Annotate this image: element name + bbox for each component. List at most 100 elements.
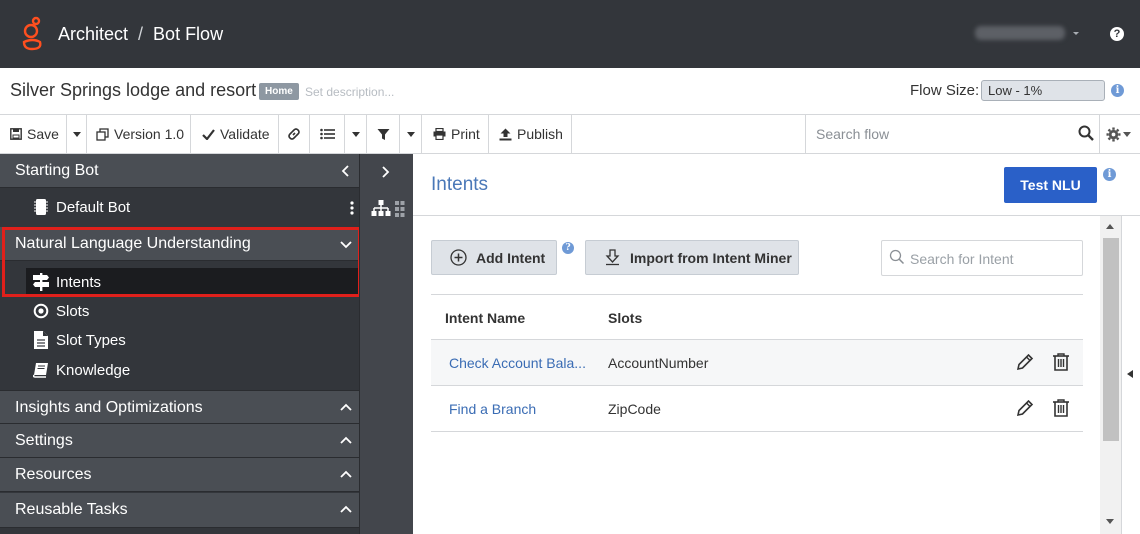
save-label: Save bbox=[27, 126, 59, 142]
validate-button[interactable]: Validate bbox=[191, 115, 279, 153]
search-icon bbox=[889, 249, 905, 265]
settings-gear-button[interactable] bbox=[1106, 125, 1134, 143]
target-icon bbox=[30, 302, 52, 320]
plus-circle-icon bbox=[450, 249, 467, 266]
grid-view-icon[interactable] bbox=[395, 201, 405, 217]
intent-name-link[interactable]: Find a Branch bbox=[449, 401, 536, 417]
import-intent-miner-button[interactable]: Import from Intent Miner bbox=[585, 240, 799, 275]
section-settings[interactable]: Settings bbox=[0, 424, 359, 458]
add-intent-label: Add Intent bbox=[476, 249, 546, 266]
set-description-field[interactable]: Set description... bbox=[305, 85, 394, 99]
section-label: Resources bbox=[15, 466, 92, 483]
flow-title[interactable]: Silver Springs lodge and resort bbox=[10, 80, 256, 101]
print-button[interactable]: Print bbox=[422, 115, 489, 153]
scroll-down-arrow-icon[interactable] bbox=[1106, 519, 1114, 524]
flow-size-info-icon[interactable]: i bbox=[1111, 84, 1124, 97]
save-button[interactable]: Save bbox=[0, 115, 67, 153]
list-icon bbox=[319, 128, 335, 140]
intents-table-header bbox=[431, 294, 1083, 340]
list-view-button[interactable] bbox=[310, 115, 345, 153]
book-icon bbox=[30, 361, 52, 379]
genesys-logo-icon[interactable] bbox=[20, 16, 46, 52]
publish-button[interactable]: Publish bbox=[489, 115, 572, 153]
search-intent-input[interactable] bbox=[910, 250, 1075, 268]
link-icon bbox=[288, 128, 300, 140]
column-intent-name[interactable]: Intent Name bbox=[445, 310, 525, 326]
flow-size-label: Flow Size: bbox=[910, 82, 980, 99]
list-dropdown-button[interactable] bbox=[345, 115, 367, 153]
flow-size-meter: Low - 1% bbox=[981, 80, 1105, 101]
section-label: Settings bbox=[15, 432, 73, 449]
chevron-right-icon[interactable] bbox=[378, 165, 392, 179]
home-badge: Home bbox=[259, 83, 299, 100]
column-slots: Slots bbox=[608, 310, 643, 326]
sidebar-item-intents[interactable]: Intents bbox=[26, 268, 360, 296]
user-name-blurred[interactable] bbox=[975, 26, 1065, 40]
bot-chip-icon bbox=[30, 198, 52, 216]
chevron-down-icon bbox=[1123, 131, 1131, 137]
add-intent-help-icon[interactable]: ? bbox=[562, 242, 574, 254]
chevron-left-icon bbox=[341, 165, 349, 177]
sidebar-item-slots[interactable]: Slots bbox=[26, 297, 360, 325]
intent-slots-cell: ZipCode bbox=[608, 401, 661, 417]
sidebar-item-slot-types[interactable]: Slot Types bbox=[26, 326, 360, 354]
kebab-menu-icon[interactable] bbox=[349, 200, 355, 216]
sidebar-item-label: Intents bbox=[56, 273, 102, 291]
section-label: Reusable Tasks bbox=[15, 501, 128, 518]
page-title: Intents bbox=[431, 174, 489, 195]
print-label: Print bbox=[451, 126, 480, 142]
version-button[interactable]: Version 1.0 bbox=[87, 115, 191, 153]
validate-label: Validate bbox=[220, 126, 270, 142]
chevron-down-icon bbox=[406, 131, 415, 137]
hierarchy-tree-icon[interactable] bbox=[371, 200, 391, 218]
section-insights[interactable]: Insights and Optimizations bbox=[0, 390, 359, 424]
search-intent-box bbox=[881, 240, 1083, 276]
scroll-up-arrow-icon[interactable] bbox=[1106, 224, 1114, 229]
delete-trash-icon[interactable] bbox=[1051, 398, 1071, 418]
section-reusable-tasks[interactable]: Reusable Tasks bbox=[0, 493, 359, 528]
section-nlu[interactable]: Natural Language Understanding bbox=[0, 227, 359, 261]
save-icon bbox=[10, 128, 22, 140]
intent-name-link[interactable]: Check Account Bala... bbox=[449, 355, 586, 371]
filter-dropdown-button[interactable] bbox=[400, 115, 422, 153]
edit-pencil-icon[interactable] bbox=[1015, 352, 1035, 372]
add-intent-button[interactable]: Add Intent bbox=[431, 240, 557, 275]
section-starting-bot[interactable]: Starting Bot bbox=[0, 154, 359, 188]
breadcrumb: Architect / Bot Flow bbox=[58, 24, 223, 45]
sidebar-item-label: Slots bbox=[56, 302, 90, 320]
sidebar-item-label: Default Bot bbox=[56, 198, 131, 216]
section-resources[interactable]: Resources bbox=[0, 458, 359, 492]
link-button[interactable] bbox=[279, 115, 310, 153]
chevron-up-icon bbox=[340, 505, 352, 513]
help-icon[interactable]: ? bbox=[1110, 27, 1124, 41]
expand-right-panel-icon[interactable] bbox=[1127, 370, 1133, 378]
edit-pencil-icon[interactable] bbox=[1015, 398, 1035, 418]
copy-version-icon bbox=[96, 127, 109, 141]
sidebar-item-label: Slot Types bbox=[56, 331, 126, 349]
upload-icon bbox=[499, 128, 512, 140]
search-flow-input[interactable] bbox=[816, 125, 1066, 143]
intent-slots-cell: AccountNumber bbox=[608, 355, 709, 371]
user-menu-caret-icon[interactable] bbox=[1073, 32, 1079, 35]
test-nlu-info-icon[interactable]: i bbox=[1103, 168, 1116, 181]
filter-icon bbox=[377, 128, 389, 140]
chevron-up-icon bbox=[340, 470, 352, 478]
search-flow-box bbox=[805, 115, 1100, 153]
scrollbar-thumb[interactable] bbox=[1103, 238, 1119, 441]
section-label: Starting Bot bbox=[15, 162, 99, 179]
section-label: Insights and Optimizations bbox=[15, 399, 203, 416]
chevron-down-icon bbox=[340, 241, 352, 249]
filter-button[interactable] bbox=[367, 115, 400, 153]
gear-icon bbox=[1106, 126, 1121, 142]
sidebar-item-default-bot[interactable]: Default Bot bbox=[26, 193, 360, 221]
save-dropdown-button[interactable] bbox=[67, 115, 87, 153]
search-icon[interactable] bbox=[1078, 125, 1094, 141]
sidebar-item-label: Knowledge bbox=[56, 361, 131, 379]
printer-icon bbox=[433, 128, 446, 140]
chevron-up-icon bbox=[340, 436, 352, 444]
sidebar-item-knowledge[interactable]: Knowledge bbox=[26, 356, 360, 384]
breadcrumb-architect[interactable]: Architect bbox=[58, 24, 128, 45]
delete-trash-icon[interactable] bbox=[1051, 352, 1071, 372]
signpost-icon bbox=[30, 273, 52, 291]
test-nlu-button[interactable]: Test NLU bbox=[1004, 167, 1097, 203]
